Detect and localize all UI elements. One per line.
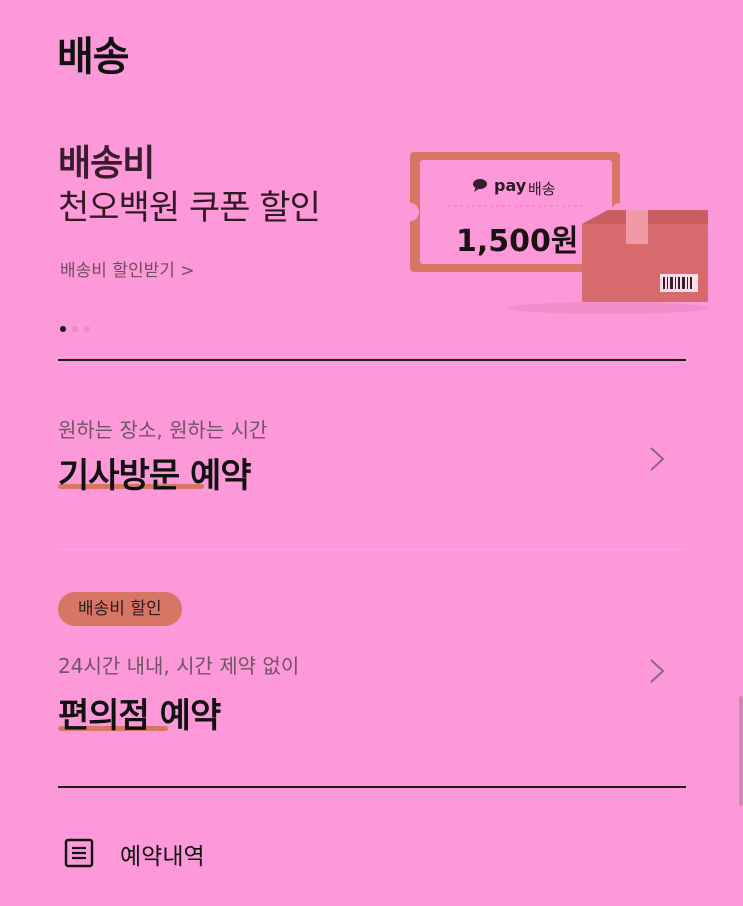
section-divider [58, 549, 686, 550]
chevron-right-icon[interactable] [648, 658, 666, 684]
option-subtitle: 24시간 내내, 시간 제약 없이 [58, 654, 300, 678]
banner-title: 배송비 [58, 143, 155, 184]
option-title: 기사방문 예약 [58, 456, 252, 496]
option-courier-visit[interactable]: 원하는 장소, 원하는 시간 기사방문 예약 [0, 360, 743, 548]
list-document-icon [64, 838, 94, 868]
carousel-indicator [60, 326, 90, 332]
chevron-right-icon[interactable] [648, 446, 666, 472]
coupon-illustration: pay 배송 1,500원 [401, 148, 708, 318]
reservation-history-label[interactable]: 예약내역 [120, 837, 205, 871]
promo-banner[interactable]: 배송비 천오백원 쿠폰 할인 배송비 할인받기 > pay 배송 1,500원 [0, 120, 743, 320]
scrollbar[interactable] [739, 696, 743, 806]
option-convenience-store[interactable]: 24시간 내내, 시간 제약 없이 편의점 예약 [0, 640, 743, 780]
section-divider [58, 786, 686, 788]
option-title: 편의점 예약 [58, 696, 221, 736]
reservation-history-link[interactable] [58, 820, 358, 884]
coupon-amount: 1,500원 [456, 224, 579, 259]
banner-subtitle: 천오백원 쿠폰 할인 [58, 188, 321, 228]
discount-badge: 배송비 할인 [58, 592, 182, 626]
option-subtitle: 원하는 장소, 원하는 시간 [58, 418, 268, 442]
carousel-dot[interactable] [60, 326, 66, 332]
banner-link[interactable]: 배송비 할인받기 > [60, 256, 195, 281]
page-title: 배송 [57, 34, 130, 80]
carousel-dot[interactable] [72, 326, 78, 332]
coupon-label: 배송 [528, 180, 556, 198]
carousel-dot[interactable] [84, 326, 90, 332]
coupon-brand: pay [494, 176, 527, 195]
